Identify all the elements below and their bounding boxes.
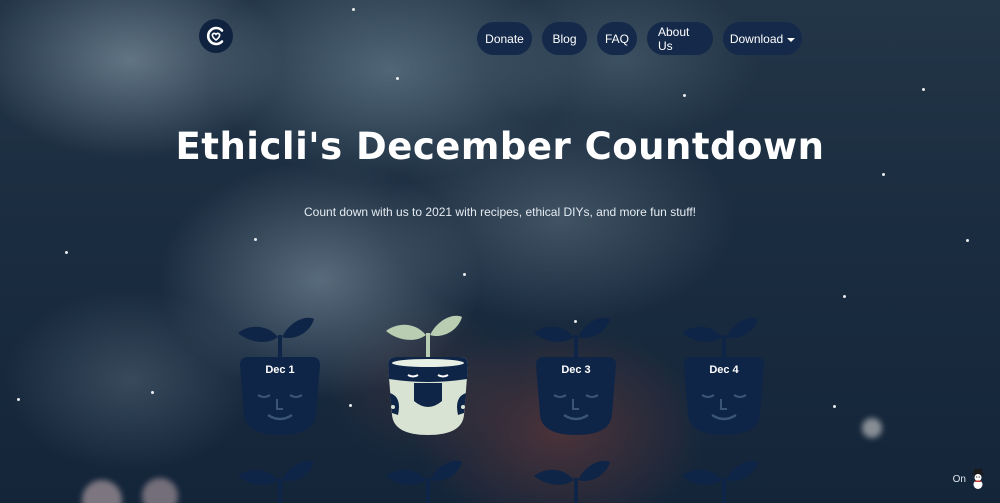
snow-dot (833, 405, 836, 408)
snow-dot (396, 77, 399, 80)
countdown-day-label: Dec 3 (561, 364, 591, 376)
nav-download-label: Download (729, 31, 784, 46)
snow-dot (65, 251, 68, 254)
plant-sprout-icon[interactable] (674, 460, 774, 503)
nav-about-us-label: About Us (658, 24, 690, 53)
snowman-icon (972, 469, 984, 489)
chevron-down-icon (787, 37, 796, 42)
countdown-day-1[interactable]: Dec 1 (230, 313, 330, 438)
nav-faq-label: FAQ (605, 31, 630, 46)
nav-download-dropdown[interactable]: Download (723, 22, 802, 55)
countdown-day-2[interactable] (378, 313, 478, 438)
countdown-day-4[interactable]: Dec 4 (674, 313, 774, 438)
ethicli-heart-logo-icon (206, 26, 224, 46)
nav-blog-button[interactable]: Blog (542, 22, 587, 55)
bokeh-light (142, 478, 178, 503)
page: Donate Blog FAQ About Us Download Ethicl… (0, 0, 1000, 503)
nav-blog-label: Blog (552, 31, 577, 46)
snow-dot (922, 88, 925, 91)
bokeh-light (862, 418, 882, 438)
countdown-day-label: Dec 4 (709, 364, 739, 376)
nav-donate-button[interactable]: Donate (477, 22, 532, 55)
page-title: Ethicli's December Countdown (175, 125, 825, 168)
snow-toggle[interactable]: On (953, 469, 986, 489)
snow-dot (463, 273, 466, 276)
plant-sprout-icon[interactable] (526, 460, 626, 503)
snow-dot (17, 398, 20, 401)
snow-dot (882, 173, 885, 176)
plant-sprout-icon[interactable] (378, 460, 478, 503)
snow-dot (843, 295, 846, 298)
page-subtitle: Count down with us to 2021 with recipes,… (304, 205, 696, 219)
snow-dot (966, 239, 969, 242)
nav-donate-label: Donate (485, 31, 524, 46)
bokeh-light (82, 480, 122, 503)
ethicli-logo[interactable] (199, 19, 233, 53)
snow-dot (151, 391, 154, 394)
countdown-day-3[interactable]: Dec 3 (526, 313, 626, 438)
plant-sprout-icon[interactable] (230, 460, 330, 503)
snow-dot (683, 94, 686, 97)
nav-faq-button[interactable]: FAQ (597, 22, 637, 55)
snow-dot (352, 8, 355, 11)
snow-toggle-label: On (952, 473, 966, 485)
countdown-day-label: Dec 1 (265, 364, 295, 376)
nav-about-us-button[interactable]: About Us (647, 22, 713, 55)
snow-dot (254, 238, 257, 241)
opened-plant-pot-icon (386, 315, 468, 435)
snow-dot (349, 404, 352, 407)
main-nav: Donate Blog FAQ About Us Download (477, 22, 802, 55)
